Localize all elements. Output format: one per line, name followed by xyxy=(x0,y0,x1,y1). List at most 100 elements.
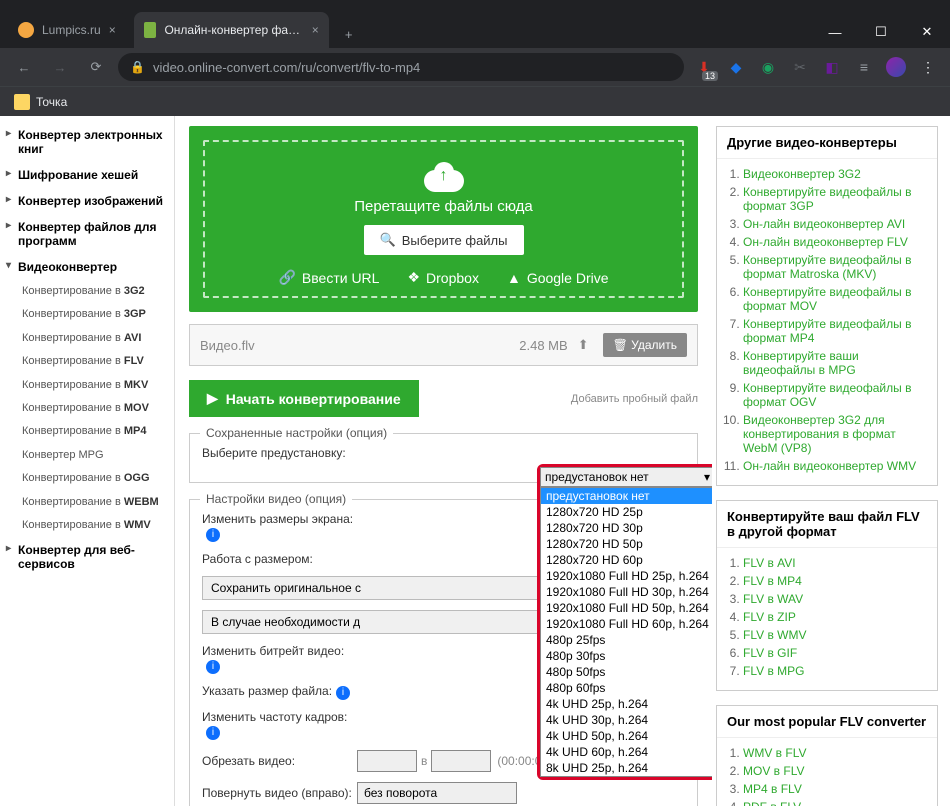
sidebar-item[interactable]: Конвертирование в MP4 xyxy=(0,420,174,443)
preset-option[interactable]: 4k UHD 60p, h.264 xyxy=(541,744,712,760)
converter-link[interactable]: Конвертируйте видеофайлы в формат MOV xyxy=(743,285,931,313)
close-window-button[interactable]: ✕ xyxy=(904,16,950,48)
sidebar: Конвертер электронных книг Шифрование хе… xyxy=(0,116,175,806)
extension-icon[interactable]: ◉ xyxy=(756,55,780,79)
converter-link[interactable]: FLV в ZIP xyxy=(743,610,931,624)
converter-link[interactable]: FLV в WAV xyxy=(743,592,931,606)
sidebar-group[interactable]: Конвертер изображений xyxy=(0,188,174,214)
converter-link[interactable]: PDF в FLV xyxy=(743,800,931,806)
converter-link[interactable]: WMV в FLV xyxy=(743,746,931,760)
bookmark-item[interactable]: Точка xyxy=(14,94,67,110)
converter-link[interactable]: Конвертируйте видеофайлы в формат Matros… xyxy=(743,253,931,281)
sidebar-group-video[interactable]: Видеоконвертер xyxy=(0,254,174,280)
preset-option[interactable]: 1280x720 HD 60p xyxy=(541,552,712,568)
converter-link[interactable]: MP4 в FLV xyxy=(743,782,931,796)
add-trial-file-link[interactable]: Добавить пробный файл xyxy=(571,393,698,405)
sidebar-item[interactable]: Конвертирование в 3GP xyxy=(0,303,174,326)
upload-dropzone[interactable]: ↑ Перетащите файлы сюда 🔍Выберите файлы … xyxy=(189,126,698,312)
converter-link[interactable]: Конвертируйте видеофайлы в формат OGV xyxy=(743,381,931,409)
rotate-select[interactable]: без поворота xyxy=(357,782,517,804)
converter-link[interactable]: Видеоконвертер 3G2 для конвертирования в… xyxy=(743,413,931,455)
preset-option[interactable]: 480p 30fps xyxy=(541,648,712,664)
google-drive-button[interactable]: ▲ Google Drive xyxy=(507,269,609,286)
converter-link[interactable]: Видеоконвертер 3G2 xyxy=(743,167,931,181)
sidebar-item[interactable]: Конвертирование в AVI xyxy=(0,327,174,350)
cloud-upload-icon: ↑ xyxy=(420,156,468,192)
sidebar-item[interactable]: Конвертирование в MOV xyxy=(0,397,174,420)
extension-icon[interactable]: ⬇13 xyxy=(692,55,716,79)
extension-icon[interactable]: ✂ xyxy=(788,55,812,79)
url-box[interactable]: 🔒 video.online-convert.com/ru/convert/fl… xyxy=(118,53,684,81)
profile-avatar[interactable] xyxy=(884,55,908,79)
preset-option[interactable]: 480p 60fps xyxy=(541,680,712,696)
sidebar-item[interactable]: Конвертер MPG xyxy=(0,444,174,467)
crop-start-input[interactable] xyxy=(357,750,417,772)
preset-option[interactable]: 1280x720 HD 50p xyxy=(541,536,712,552)
converter-link[interactable]: MOV в FLV xyxy=(743,764,931,778)
minimize-button[interactable]: — xyxy=(812,16,858,48)
maximize-button[interactable]: ☐ xyxy=(858,16,904,48)
filesize-label: Указать размер файла: xyxy=(202,684,332,698)
preset-option[interactable]: 480p 50fps xyxy=(541,664,712,680)
converter-link[interactable]: FLV в WMV xyxy=(743,628,931,642)
sidebar-group[interactable]: Конвертер электронных книг xyxy=(0,122,174,162)
preset-select[interactable]: предустановок нет ▾ xyxy=(540,467,712,487)
new-tab-button[interactable]: + xyxy=(335,20,363,48)
info-icon[interactable]: i xyxy=(336,686,350,700)
converter-link[interactable]: Конвертируйте видеофайлы в формат MP4 xyxy=(743,317,931,345)
preset-option[interactable]: 1920x1080 Full HD 30p, h.264 xyxy=(541,584,712,600)
preset-option[interactable]: предустановок нет xyxy=(541,488,712,504)
converter-link[interactable]: FLV в AVI xyxy=(743,556,931,570)
extension-icon[interactable]: ≡ xyxy=(852,55,876,79)
start-convert-button[interactable]: ▶ Начать конвертирование xyxy=(189,380,419,417)
browser-titlebar: Lumpics.ru × Онлайн-конвертер файлов FLV… xyxy=(0,0,950,48)
preset-option[interactable]: 480p 25fps xyxy=(541,632,712,648)
sidebar-item[interactable]: Конвертирование в WEBM xyxy=(0,491,174,514)
info-icon[interactable]: i xyxy=(206,660,220,674)
preset-option[interactable]: 4k UHD 25p, h.264 xyxy=(541,696,712,712)
preset-options-list[interactable]: предустановок нет1280x720 HD 25p1280x720… xyxy=(540,487,712,777)
close-icon[interactable]: × xyxy=(312,23,319,37)
extension-icon[interactable]: ◧ xyxy=(820,55,844,79)
sidebar-item[interactable]: Конвертирование в OGG xyxy=(0,467,174,490)
preset-option[interactable]: 1280x720 HD 30p xyxy=(541,520,712,536)
close-icon[interactable]: × xyxy=(109,23,116,37)
preset-option[interactable]: 1920x1080 Full HD 50p, h.264 xyxy=(541,600,712,616)
converter-link[interactable]: Он-лайн видеоконвертер FLV xyxy=(743,235,931,249)
preset-option[interactable]: 8k UHD 30p, h.264 xyxy=(541,776,712,777)
converter-link[interactable]: Он-лайн видеоконвертер WMV xyxy=(743,459,931,473)
sidebar-item[interactable]: Конвертирование в WMV xyxy=(0,514,174,537)
converter-link[interactable]: Конвертируйте видеофайлы в формат 3GP xyxy=(743,185,931,213)
reload-button[interactable]: ⟳ xyxy=(82,53,110,81)
info-icon[interactable]: i xyxy=(206,726,220,740)
enter-url-button[interactable]: 🔗 Ввести URL xyxy=(278,269,379,286)
preset-option[interactable]: 1920x1080 Full HD 25p, h.264 xyxy=(541,568,712,584)
back-button[interactable]: ← xyxy=(10,53,38,81)
file-name: Видео.flv xyxy=(200,338,519,353)
preset-option[interactable]: 1280x720 HD 25p xyxy=(541,504,712,520)
preset-option[interactable]: 4k UHD 50p, h.264 xyxy=(541,728,712,744)
info-icon[interactable]: i xyxy=(206,528,220,542)
sidebar-group[interactable]: Конвертер файлов для программ xyxy=(0,214,174,254)
dropbox-button[interactable]: ❖ Dropbox xyxy=(407,269,478,286)
preset-option[interactable]: 1920x1080 Full HD 60p, h.264 xyxy=(541,616,712,632)
converter-link[interactable]: Конвертируйте ваши видеофайлы в MPG xyxy=(743,349,931,377)
extension-icon[interactable]: ◆ xyxy=(724,55,748,79)
browser-tab-active[interactable]: Онлайн-конвертер файлов FLV × xyxy=(134,12,329,48)
sidebar-item[interactable]: Конвертирование в FLV xyxy=(0,350,174,373)
sidebar-item[interactable]: Конвертирование в 3G2 xyxy=(0,280,174,303)
browser-tab-inactive[interactable]: Lumpics.ru × xyxy=(8,12,126,48)
preset-option[interactable]: 8k UHD 25p, h.264 xyxy=(541,760,712,776)
preset-option[interactable]: 4k UHD 30p, h.264 xyxy=(541,712,712,728)
sidebar-group[interactable]: Конвертер для веб-сервисов xyxy=(0,537,174,577)
menu-button[interactable]: ⋮ xyxy=(916,55,940,79)
sidebar-item[interactable]: Конвертирование в MKV xyxy=(0,374,174,397)
choose-files-button[interactable]: 🔍Выберите файлы xyxy=(364,225,524,255)
converter-link[interactable]: FLV в MPG xyxy=(743,664,931,678)
delete-file-button[interactable]: 🗑 Удалить xyxy=(603,333,687,357)
converter-link[interactable]: Он-лайн видеоконвертер AVI xyxy=(743,217,931,231)
crop-end-input[interactable] xyxy=(431,750,491,772)
converter-link[interactable]: FLV в MP4 xyxy=(743,574,931,588)
sidebar-group[interactable]: Шифрование хешей xyxy=(0,162,174,188)
converter-link[interactable]: FLV в GIF xyxy=(743,646,931,660)
